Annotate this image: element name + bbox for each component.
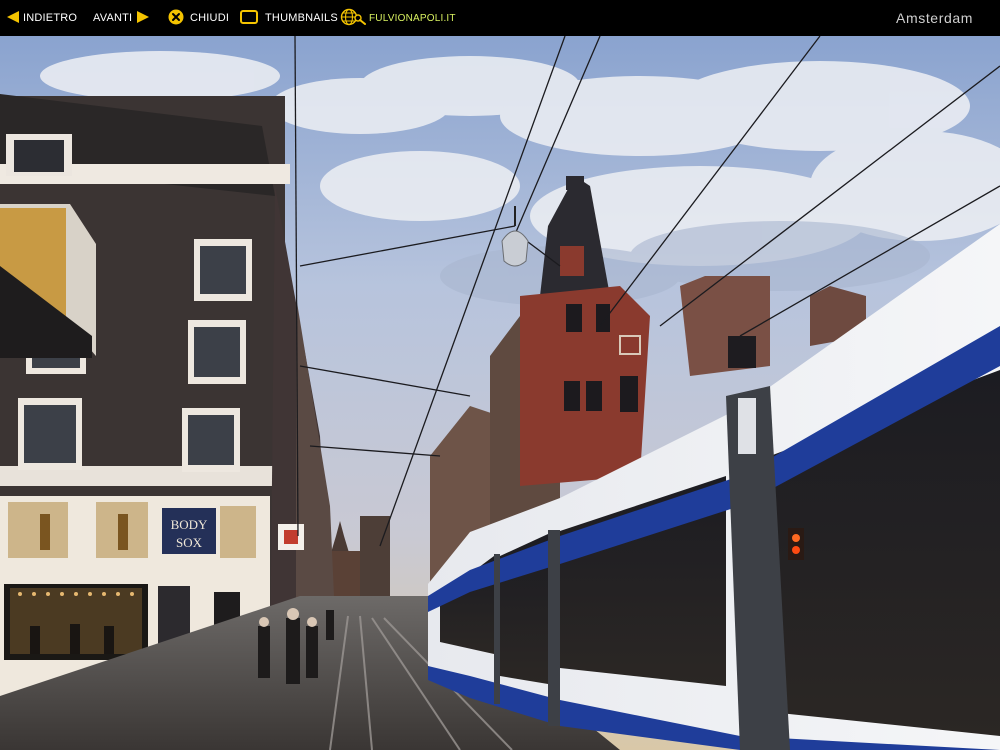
gallery-title: Amsterdam [896,10,973,26]
forward-label: AVANTI [93,12,133,24]
photo: BODY SOX [0,36,1000,750]
back-label: INDIETRO [23,12,78,24]
street-scene-image: BODY SOX [0,36,1000,750]
site-link[interactable]: FULVIONAPOLI.IT [340,0,456,36]
site-label: FULVIONAPOLI.IT [369,12,456,24]
close-icon [168,9,184,28]
thumbnails-button[interactable]: THUMBNAILS [240,0,338,36]
forward-button[interactable]: AVANTI [93,0,150,36]
close-label: CHIUDI [190,12,230,24]
arrow-right-icon [136,10,150,27]
toolbar: INDIETRO AVANTI CHIUDI THUMBNAILS FULVIO… [0,0,1000,36]
back-button[interactable]: INDIETRO [6,0,77,36]
globe-magnifier-icon [340,8,366,29]
thumbnails-label: THUMBNAILS [265,12,338,24]
thumbnails-icon [240,9,258,27]
arrow-left-icon [6,10,20,27]
shop-sign-line1: BODY [171,517,208,532]
shop-sign-line2: SOX [176,535,203,550]
close-button[interactable]: CHIUDI [168,0,229,36]
